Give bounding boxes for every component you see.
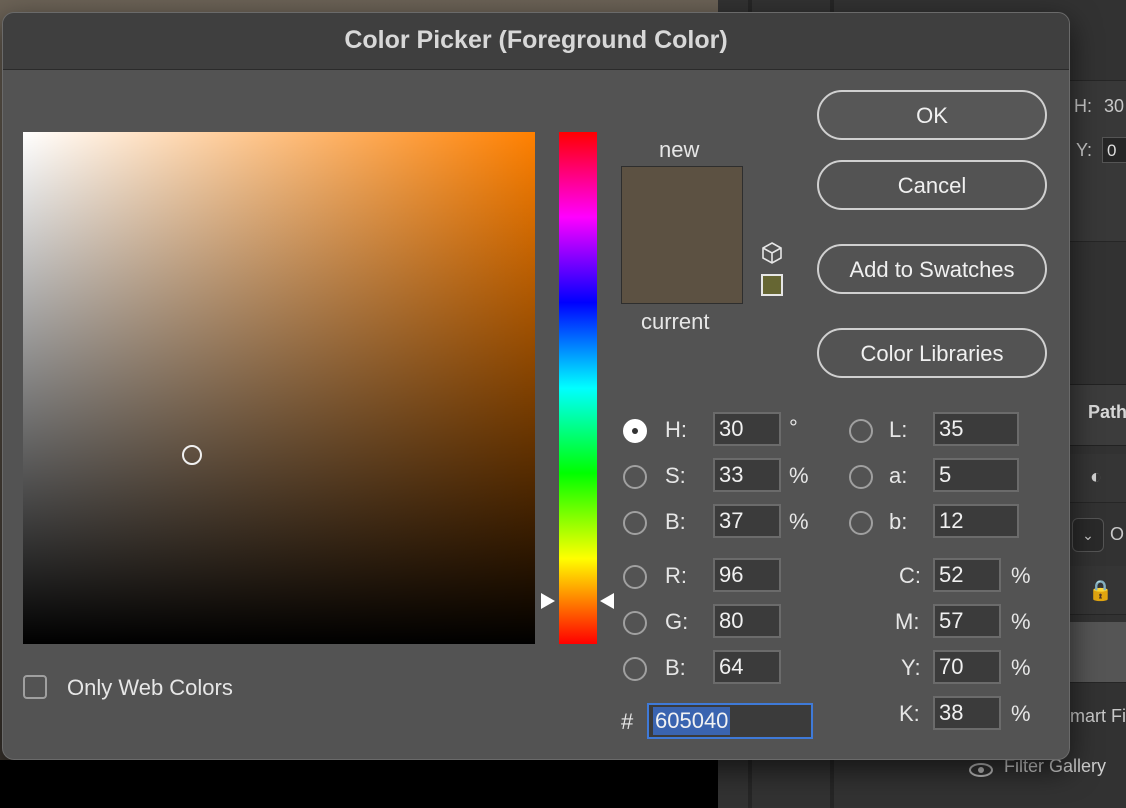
ok-button[interactable]: OK xyxy=(817,90,1047,140)
brightness-input[interactable] xyxy=(713,504,781,538)
bg-layer-row xyxy=(1070,622,1126,683)
blue-label: B: xyxy=(665,655,686,680)
adjustment-icon[interactable]: ◐ xyxy=(1090,466,1102,489)
black-unit: % xyxy=(1011,701,1031,726)
red-input[interactable] xyxy=(713,558,781,592)
add-to-swatches-button[interactable]: Add to Swatches xyxy=(817,244,1047,294)
hex-value: 605040 xyxy=(653,707,731,735)
cyan-unit: % xyxy=(1011,563,1031,588)
bg-h-value: 30 xyxy=(1104,96,1125,116)
bg-smart-filters: mart Fi xyxy=(1070,706,1126,726)
yellow-input[interactable] xyxy=(933,650,1001,684)
radio-brightness[interactable] xyxy=(623,511,647,535)
color-preview xyxy=(621,166,743,304)
websafe-color-swatch[interactable] xyxy=(761,274,783,296)
radio-red[interactable] xyxy=(623,565,647,589)
lock-icon[interactable]: 🔒 xyxy=(1088,578,1113,603)
color-picker-dialog: Color Picker (Foreground Color) new curr… xyxy=(2,12,1070,760)
hue-unit: ° xyxy=(789,415,798,440)
hue-input[interactable] xyxy=(713,412,781,446)
magenta-input[interactable] xyxy=(933,604,1001,638)
brightness-label: B: xyxy=(665,509,686,534)
bg-dropdown-chevron-icon[interactable]: ⌄ xyxy=(1072,518,1104,552)
red-label: R: xyxy=(665,563,687,588)
cyan-label: C: xyxy=(899,563,921,588)
magenta-unit: % xyxy=(1011,609,1031,634)
black-input[interactable] xyxy=(933,696,1001,730)
color-cursor[interactable] xyxy=(181,444,202,465)
hex-input[interactable]: 605040 xyxy=(647,703,813,739)
radio-green[interactable] xyxy=(623,611,647,635)
saturation-input[interactable] xyxy=(713,458,781,492)
dialog-title: Color Picker (Foreground Color) xyxy=(3,13,1069,70)
only-web-colors-checkbox[interactable] xyxy=(23,675,47,699)
radio-hue[interactable] xyxy=(623,419,647,443)
bg-h-label: H: xyxy=(1074,96,1092,116)
lab-a-label: a: xyxy=(889,463,908,488)
eye-icon[interactable] xyxy=(968,760,994,780)
radio-blue[interactable] xyxy=(623,657,647,681)
hue-slider[interactable] xyxy=(559,132,597,644)
only-web-colors-label: Only Web Colors xyxy=(67,675,233,700)
hex-label: # xyxy=(621,709,634,734)
yellow-unit: % xyxy=(1011,655,1031,680)
blue-input[interactable] xyxy=(713,650,781,684)
lab-a-input[interactable] xyxy=(933,458,1019,492)
radio-lab-l[interactable] xyxy=(849,419,873,443)
current-color-swatch[interactable] xyxy=(622,235,742,303)
cancel-button[interactable]: Cancel xyxy=(817,160,1047,210)
radio-lab-b[interactable] xyxy=(849,511,873,535)
green-label: G: xyxy=(665,609,689,634)
hue-slider-right-arrow[interactable] xyxy=(600,593,614,610)
lab-l-input[interactable] xyxy=(933,412,1019,446)
new-label: new xyxy=(659,137,700,162)
new-color-swatch xyxy=(622,167,742,235)
hue-label: H: xyxy=(665,417,687,442)
lab-b-input[interactable] xyxy=(933,504,1019,538)
bg-paths-tab[interactable]: Path xyxy=(1088,402,1126,423)
radio-lab-a[interactable] xyxy=(849,465,873,489)
radio-saturation[interactable] xyxy=(623,465,647,489)
saturation-brightness-field[interactable] xyxy=(23,132,535,644)
websafe-cube-icon[interactable] xyxy=(761,241,783,265)
yellow-label: Y: xyxy=(901,655,921,680)
magenta-label: M: xyxy=(895,609,920,634)
lab-l-label: L: xyxy=(889,417,908,442)
cyan-input[interactable] xyxy=(933,558,1001,592)
brightness-unit: % xyxy=(789,509,809,534)
green-input[interactable] xyxy=(713,604,781,638)
saturation-unit: % xyxy=(789,463,809,488)
black-label: K: xyxy=(899,701,920,726)
current-label: current xyxy=(641,309,710,334)
bg-dropdown-value: O xyxy=(1110,524,1125,544)
hue-slider-left-arrow[interactable] xyxy=(541,593,555,610)
saturation-label: S: xyxy=(665,463,686,488)
bg-y-label: Y: xyxy=(1076,140,1093,160)
bg-y-input[interactable]: 0 xyxy=(1102,137,1126,163)
lab-b-label: b: xyxy=(889,509,908,534)
color-libraries-button[interactable]: Color Libraries xyxy=(817,328,1047,378)
